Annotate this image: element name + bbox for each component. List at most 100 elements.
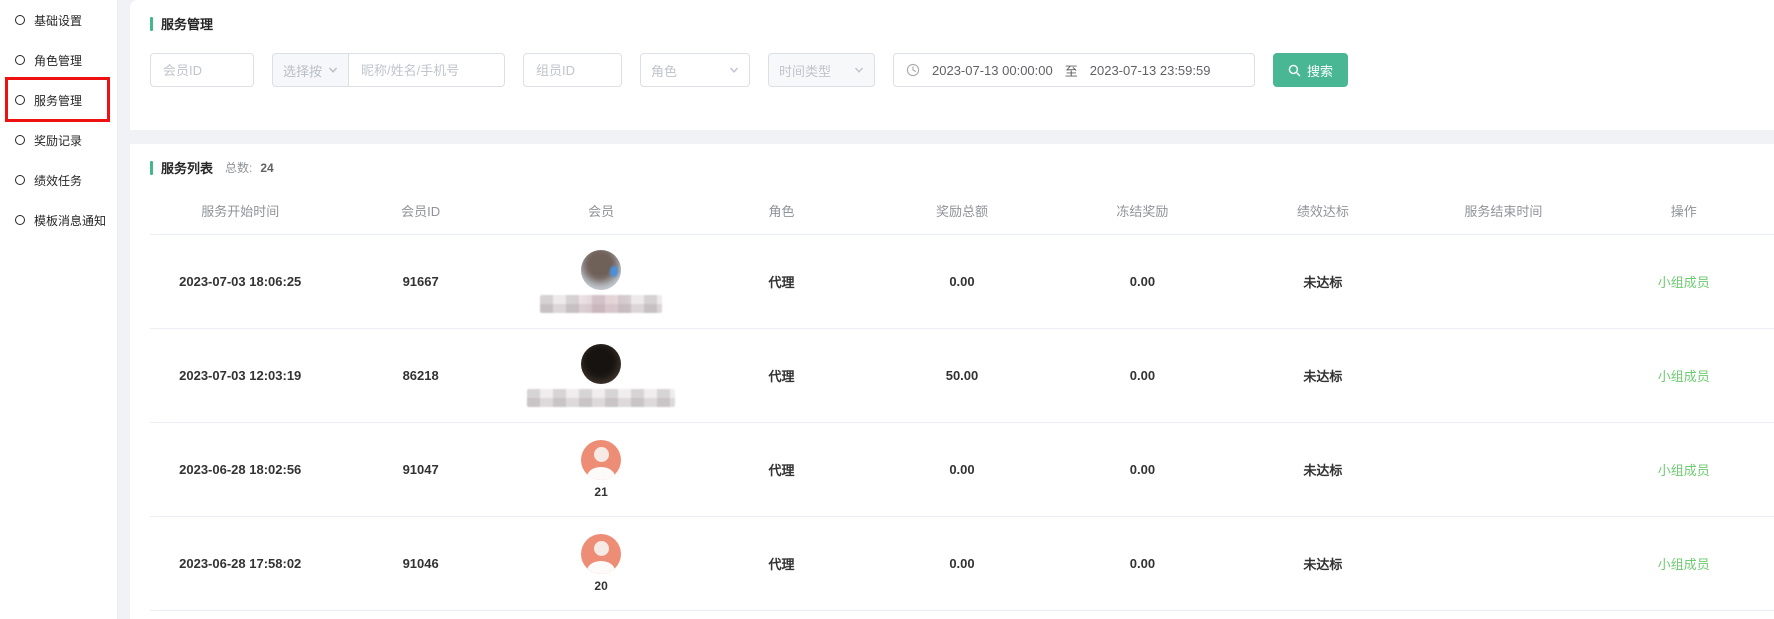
column-header: 会员ID <box>330 201 510 220</box>
service-table: 服务开始时间会员ID会员角色奖励总额冻结奖励绩效达标服务结束时间操作 2023-… <box>150 187 1774 611</box>
select-by-dropdown[interactable]: 选择按 <box>272 53 348 87</box>
cell-role: 代理 <box>691 272 871 291</box>
cell-start-time: 2023-06-28 18:02:56 <box>150 462 330 477</box>
group-member-id-input[interactable] <box>523 53 622 87</box>
chevron-down-icon <box>854 65 864 75</box>
page-title: 服务管理 <box>161 14 213 33</box>
cell-action: 小组成员 <box>1594 460 1774 479</box>
group-members-link[interactable]: 小组成员 <box>1658 463 1710 478</box>
member-avatar-block: 20 <box>511 534 691 593</box>
column-header: 服务结束时间 <box>1413 201 1593 220</box>
group-members-link[interactable]: 小组成员 <box>1658 275 1710 290</box>
table-body: 2023-07-03 18:06:2591667代理0.000.00未达标小组成… <box>150 235 1774 611</box>
cell-member: 21 <box>511 440 691 499</box>
default-avatar-icon <box>581 440 621 480</box>
member-avatar-block <box>511 344 691 407</box>
column-header: 操作 <box>1594 201 1774 220</box>
filter-bar: 选择按 角色 时间类型 <box>150 53 1774 87</box>
column-header: 奖励总额 <box>872 201 1052 220</box>
cell-role: 代理 <box>691 366 871 385</box>
cell-frozen-reward: 0.00 <box>1052 274 1232 289</box>
app-window: 基础设置角色管理服务管理奖励记录绩效任务模板消息通知 服务管理 选择按 <box>0 0 1774 619</box>
chevron-down-icon <box>729 65 739 75</box>
avatar-blue-detail <box>610 266 618 277</box>
table-row: 2023-07-03 18:06:2591667代理0.000.00未达标小组成… <box>150 235 1774 329</box>
column-header: 冻结奖励 <box>1052 201 1232 220</box>
member-label: 21 <box>594 485 607 499</box>
member-id-input[interactable] <box>150 53 254 87</box>
circle-bullet-icon <box>15 175 25 185</box>
cell-member: 20 <box>511 534 691 593</box>
column-header: 角色 <box>691 201 871 220</box>
table-row: 2023-06-28 17:58:029104620代理0.000.00未达标小… <box>150 517 1774 611</box>
cell-frozen-reward: 0.00 <box>1052 556 1232 571</box>
censored-name-mosaic <box>527 389 675 407</box>
avatar-head-shape <box>594 541 609 556</box>
cell-reward-total: 0.00 <box>872 556 1052 571</box>
cell-start-time: 2023-07-03 18:06:25 <box>150 274 330 289</box>
group-members-link[interactable]: 小组成员 <box>1658 557 1710 572</box>
cell-frozen-reward: 0.00 <box>1052 462 1232 477</box>
sidebar-item-4[interactable]: 绩效任务 <box>0 160 117 200</box>
member-label: 20 <box>594 579 607 593</box>
cell-reward-total: 0.00 <box>872 462 1052 477</box>
cell-performance: 未达标 <box>1233 272 1413 291</box>
sidebar-item-5[interactable]: 模板消息通知 <box>0 200 117 240</box>
sidebar: 基础设置角色管理服务管理奖励记录绩效任务模板消息通知 <box>0 0 118 619</box>
sidebar-menu: 基础设置角色管理服务管理奖励记录绩效任务模板消息通知 <box>0 0 117 240</box>
cell-member-id: 91047 <box>330 462 510 477</box>
circle-bullet-icon <box>15 55 25 65</box>
nickname-input[interactable] <box>348 53 505 87</box>
cell-performance: 未达标 <box>1233 460 1413 479</box>
sidebar-item-1[interactable]: 角色管理 <box>0 40 117 80</box>
role-select[interactable]: 角色 <box>640 53 750 87</box>
search-icon <box>1288 64 1301 77</box>
sidebar-item-0[interactable]: 基础设置 <box>0 0 117 40</box>
cell-frozen-reward: 0.00 <box>1052 368 1232 383</box>
table-header-row: 服务开始时间会员ID会员角色奖励总额冻结奖励绩效达标服务结束时间操作 <box>150 187 1774 235</box>
cell-role: 代理 <box>691 460 871 479</box>
chevron-down-icon <box>328 65 338 75</box>
sidebar-item-label: 角色管理 <box>34 52 82 69</box>
column-header: 服务开始时间 <box>150 201 330 220</box>
main-content: 服务管理 选择按 角色 时间类型 <box>118 0 1774 619</box>
time-type-select[interactable]: 时间类型 <box>768 53 875 87</box>
select-by-label: 选择按 <box>283 61 322 80</box>
date-range-picker[interactable]: 2023-07-13 00:00:00 至 2023-07-13 23:59:5… <box>893 53 1255 87</box>
cell-reward-total: 50.00 <box>872 368 1052 383</box>
avatar-body-shape <box>587 561 615 574</box>
cell-performance: 未达标 <box>1233 554 1413 573</box>
cell-member-id: 91667 <box>330 274 510 289</box>
sidebar-item-label: 模板消息通知 <box>34 212 106 229</box>
member-avatar-block: 21 <box>511 440 691 499</box>
sidebar-item-label: 奖励记录 <box>34 132 82 149</box>
date-range-separator: 至 <box>1065 61 1078 80</box>
group-members-link[interactable]: 小组成员 <box>1658 369 1710 384</box>
column-header: 绩效达标 <box>1233 201 1413 220</box>
search-button[interactable]: 搜索 <box>1273 53 1348 87</box>
time-type-placeholder: 时间类型 <box>779 61 831 80</box>
circle-bullet-icon <box>15 95 25 105</box>
date-end-value: 2023-07-13 23:59:59 <box>1090 63 1211 78</box>
role-select-placeholder: 角色 <box>651 61 677 80</box>
circle-bullet-icon <box>15 215 25 225</box>
cell-reward-total: 0.00 <box>872 274 1052 289</box>
sidebar-item-label: 服务管理 <box>34 92 82 109</box>
circle-bullet-icon <box>15 135 25 145</box>
cell-role: 代理 <box>691 554 871 573</box>
sidebar-item-3[interactable]: 奖励记录 <box>0 120 117 160</box>
censored-name-mosaic <box>540 295 662 313</box>
cell-member-id: 86218 <box>330 368 510 383</box>
blurred-photo-avatar <box>581 250 621 290</box>
cell-action: 小组成员 <box>1594 366 1774 385</box>
title-accent-bar <box>150 161 153 175</box>
filter-panel: 服务管理 选择按 角色 时间类型 <box>130 0 1774 130</box>
cell-member <box>511 250 691 313</box>
cell-start-time: 2023-07-03 12:03:19 <box>150 368 330 383</box>
list-title: 服务列表 <box>161 158 213 177</box>
blurred-photo-avatar <box>581 344 621 384</box>
sidebar-item-2[interactable]: 服务管理 <box>0 80 117 120</box>
date-start-value: 2023-07-13 00:00:00 <box>932 63 1053 78</box>
sidebar-item-label: 基础设置 <box>34 12 82 29</box>
member-avatar-block <box>511 250 691 313</box>
